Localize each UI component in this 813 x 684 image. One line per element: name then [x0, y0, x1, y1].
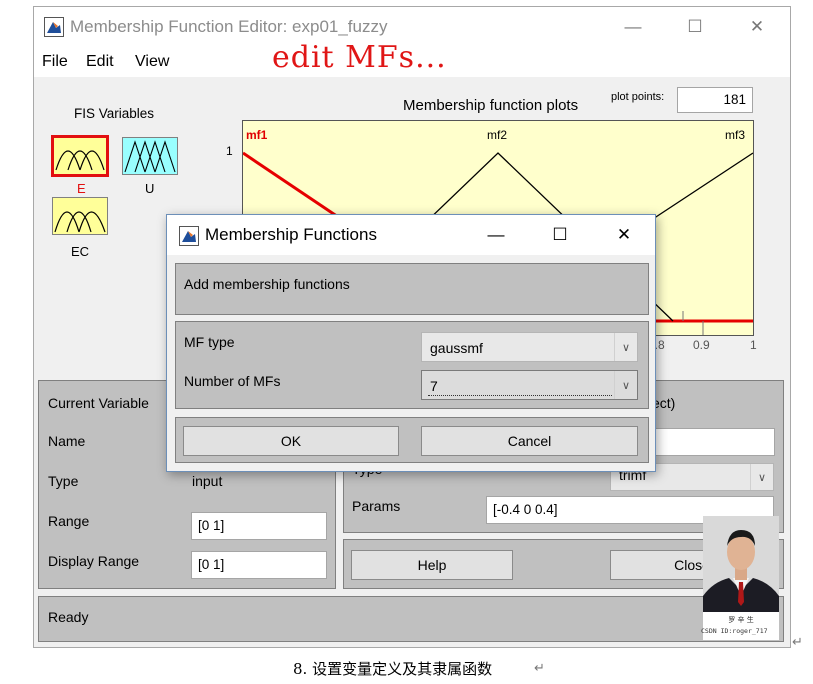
- dialog-title-bar: Membership Functions — ☐ ✕: [167, 215, 655, 255]
- params-label: Params: [352, 498, 401, 514]
- status-panel: Ready: [38, 596, 784, 642]
- dialog-maximize-button[interactable]: ☐: [537, 219, 583, 251]
- membership-functions-dialog: Membership Functions — ☐ ✕ Add membershi…: [166, 214, 656, 472]
- plot-points-label: plot points:: [611, 91, 665, 103]
- variable-label-e: E: [77, 181, 86, 196]
- y-tick-label: 1: [226, 144, 233, 158]
- matlab-logo-icon: [44, 17, 64, 37]
- maximize-button[interactable]: ☐: [672, 11, 718, 43]
- num-mfs-dropdown-value: 7: [430, 378, 438, 394]
- menu-edit[interactable]: Edit: [86, 53, 114, 71]
- dialog-buttons-panel: OK Cancel: [175, 417, 649, 463]
- x-tick-label: 1: [750, 338, 757, 352]
- return-mark: ↵: [534, 660, 545, 675]
- mf-shape-icon: [54, 211, 106, 233]
- fis-variables-title: FIS Variables: [74, 106, 155, 121]
- variable-label-ec: EC: [71, 244, 90, 259]
- dialog-message: Add membership functions: [184, 276, 350, 292]
- num-mfs-label: Number of MFs: [184, 373, 281, 389]
- mf-shape-icon: [124, 140, 176, 173]
- chevron-down-icon: ∨: [614, 371, 637, 399]
- mf-type-label: MF type: [184, 334, 235, 350]
- status-text: Ready: [48, 609, 89, 625]
- type-label: Type: [48, 473, 79, 489]
- num-mfs-focus-line: [428, 395, 612, 396]
- svg-text:罗 辛 生: 罗 辛 生: [728, 615, 753, 624]
- range-label: Range: [48, 513, 90, 529]
- variable-icon-u[interactable]: [122, 137, 178, 175]
- name-label: Name: [48, 433, 86, 449]
- dialog-title: Membership Functions: [205, 225, 377, 244]
- help-button[interactable]: Help: [351, 550, 513, 580]
- close-window-button[interactable]: ✕: [734, 11, 780, 43]
- variable-icon-ec[interactable]: [52, 197, 108, 235]
- mf-shape-icon: [55, 150, 105, 171]
- type-value: input: [192, 473, 223, 489]
- range-input[interactable]: [0 1]: [191, 512, 327, 540]
- mf-label-2[interactable]: mf2: [487, 128, 507, 142]
- mf-type-dropdown[interactable]: gaussmf ∨: [421, 332, 638, 362]
- menu-view[interactable]: View: [135, 53, 169, 71]
- window-title: Membership Function Editor: exp01_fuzzy: [70, 17, 388, 36]
- chevron-down-icon: ∨: [750, 464, 773, 490]
- mf-label-3[interactable]: mf3: [725, 128, 745, 142]
- ok-button[interactable]: OK: [183, 426, 399, 456]
- dialog-minimize-button[interactable]: —: [473, 219, 519, 251]
- display-range-label: Display Range: [48, 553, 140, 569]
- num-mfs-dropdown[interactable]: 7 ∨: [421, 370, 638, 400]
- chevron-down-icon: ∨: [614, 333, 637, 361]
- plot-points-input[interactable]: 181: [677, 87, 753, 113]
- avatar-caption: CSDN ID:roger_717: [701, 627, 768, 635]
- plot-title: Membership function plots: [403, 97, 579, 114]
- dialog-close-button[interactable]: ✕: [601, 219, 647, 251]
- portrait-image: 罗 辛 生: [703, 516, 779, 640]
- display-range-input[interactable]: [0 1]: [191, 551, 327, 579]
- edit-mfs-annotation: edit MFs...: [272, 40, 447, 75]
- dialog-message-panel: Add membership functions: [175, 263, 649, 315]
- return-mark: ↵: [792, 634, 803, 649]
- avatar: 罗 辛 生 CSDN ID:roger_717: [701, 516, 779, 640]
- x-tick-label: 0.9: [693, 338, 710, 352]
- figure-caption: 8. 设置变量定义及其隶属函数: [293, 660, 493, 678]
- dialog-options-panel: MF type gaussmf ∨ Number of MFs 7 ∨: [175, 321, 649, 409]
- mf-type-dropdown-value: gaussmf: [430, 340, 483, 356]
- matlab-logo-icon: [179, 226, 199, 246]
- cancel-button[interactable]: Cancel: [421, 426, 638, 456]
- mf-label-1[interactable]: mf1: [246, 128, 267, 142]
- minimize-button[interactable]: —: [610, 11, 656, 43]
- current-variable-header: Current Variable: [48, 395, 149, 411]
- variable-label-u: U: [145, 181, 155, 196]
- menu-file[interactable]: File: [42, 53, 68, 71]
- variable-icon-e[interactable]: [51, 135, 109, 177]
